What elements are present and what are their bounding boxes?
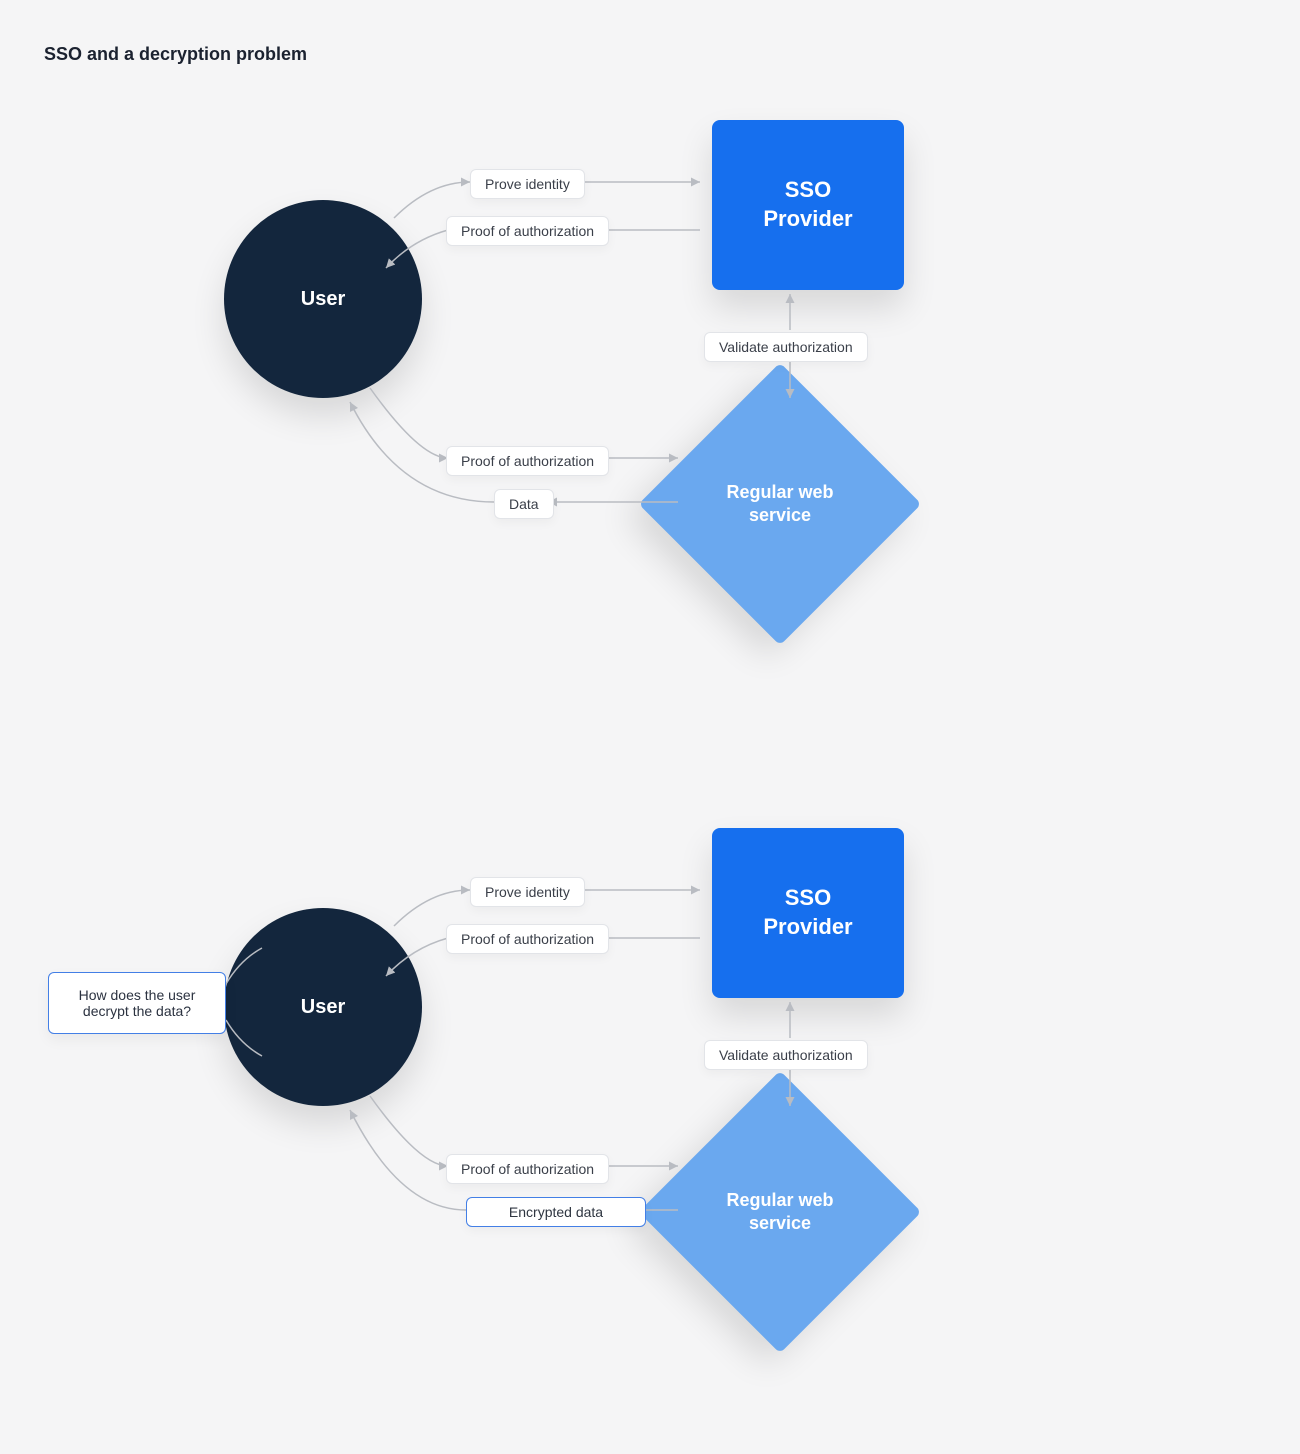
flow-label-validate-auth: Validate authorization bbox=[704, 332, 868, 362]
flow-label-prove-identity: Prove identity bbox=[470, 877, 585, 907]
node-service-label: Regular web service bbox=[705, 481, 855, 528]
flow-label-proof-auth-bottom: Proof of authorization bbox=[446, 446, 609, 476]
node-sso-label: SSO Provider bbox=[763, 884, 852, 941]
flow-label-proof-auth-top: Proof of authorization bbox=[446, 216, 609, 246]
node-service-label: Regular web service bbox=[705, 1189, 855, 1236]
node-web-service: Regular web service bbox=[680, 404, 880, 604]
flow-label-encrypted-data: Encrypted data bbox=[466, 1197, 646, 1227]
node-user: User bbox=[224, 908, 422, 1106]
node-sso-label: SSO Provider bbox=[763, 176, 852, 233]
flow-label-proof-auth-bottom: Proof of authorization bbox=[446, 1154, 609, 1184]
flow-label-validate-auth: Validate authorization bbox=[704, 1040, 868, 1070]
annotation-question: How does the user decrypt the data? bbox=[48, 972, 226, 1034]
flow-arrow bbox=[0, 0, 1300, 700]
node-web-service: Regular web service bbox=[680, 1112, 880, 1312]
flow-label-prove-identity: Prove identity bbox=[470, 169, 585, 199]
page: SSO and a decryption problem User SSO Pr… bbox=[0, 0, 1300, 1454]
node-user-label: User bbox=[301, 996, 345, 1019]
flow-label-proof-auth-top: Proof of authorization bbox=[446, 924, 609, 954]
node-sso-provider: SSO Provider bbox=[712, 120, 904, 290]
flow-arrow bbox=[0, 0, 1300, 1454]
node-user-label: User bbox=[301, 288, 345, 311]
flow-label-data: Data bbox=[494, 489, 554, 519]
page-title: SSO and a decryption problem bbox=[44, 44, 307, 65]
node-sso-provider: SSO Provider bbox=[712, 828, 904, 998]
node-user: User bbox=[224, 200, 422, 398]
